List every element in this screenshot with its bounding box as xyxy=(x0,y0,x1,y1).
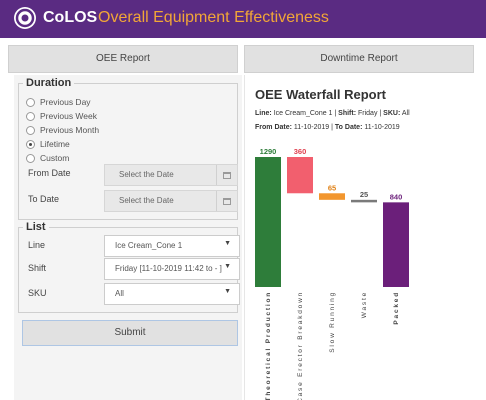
sku-select[interactable]: All ▼ xyxy=(104,283,240,305)
data-label: 1290 xyxy=(260,147,277,156)
app-header: CoLOS Overall Equipment Effectiveness xyxy=(0,0,486,38)
radio-label: Lifetime xyxy=(40,139,70,149)
line-select[interactable]: Ice Cream_Cone 1 ▼ xyxy=(104,235,240,257)
line-select-value: Ice Cream_Cone 1 xyxy=(115,241,183,250)
calendar-icon[interactable] xyxy=(216,165,237,185)
calendar-icon[interactable] xyxy=(216,191,237,211)
dropdown-caret-icon: ▼ xyxy=(224,288,231,295)
from-date-input[interactable]: Select the Date xyxy=(104,164,238,186)
from-date-label: From Date xyxy=(28,168,71,178)
category-label: Packed xyxy=(393,291,400,325)
data-label: 360 xyxy=(294,147,307,156)
to-date-label: To Date xyxy=(28,194,60,204)
bar-slow-running xyxy=(319,193,345,200)
radio-icon xyxy=(26,112,35,122)
bar-theoretical-production xyxy=(255,157,281,287)
category-label: Waste xyxy=(361,291,368,318)
radio-previous-month[interactable]: Previous Month xyxy=(26,125,99,137)
data-label: 25 xyxy=(360,190,368,199)
radio-label: Previous Week xyxy=(40,111,98,121)
to-date-placeholder: Select the Date xyxy=(119,196,174,205)
radio-selected-icon xyxy=(26,140,35,150)
filter-sidebar: Duration Previous Day Previous Week Prev… xyxy=(14,75,242,400)
bar-packed xyxy=(383,202,409,287)
radio-icon xyxy=(26,98,35,108)
brand-name: CoLOS xyxy=(43,9,98,26)
shift-select-value: Friday [11-10-2019 11:42 to - ] xyxy=(115,264,222,273)
tab-downtime-report[interactable]: Downtime Report xyxy=(244,45,474,73)
app-title: Overall Equipment Effectiveness xyxy=(98,9,329,26)
radio-previous-week[interactable]: Previous Week xyxy=(26,111,97,123)
data-label: 840 xyxy=(390,192,403,201)
shift-label: Shift xyxy=(28,263,47,273)
duration-legend: Duration xyxy=(26,77,72,89)
radio-icon xyxy=(26,154,35,164)
line-label: Line xyxy=(28,240,46,250)
radio-previous-day[interactable]: Previous Day xyxy=(26,97,91,109)
dropdown-caret-icon: ▼ xyxy=(224,263,231,270)
colos-logo-icon xyxy=(14,7,36,29)
radio-label: Previous Month xyxy=(40,125,100,135)
data-label: 65 xyxy=(328,183,336,192)
category-label: Slow Running xyxy=(329,291,336,353)
category-label: Case Erector Breakdown xyxy=(297,291,304,400)
radio-label: Previous Day xyxy=(40,97,91,107)
radio-label: Custom xyxy=(40,153,70,163)
sku-label: SKU xyxy=(28,288,47,298)
oee-waterfall-chart: 1290 Theoretical Production 360 Case Erecto… xyxy=(255,147,409,400)
report-panel: OEE Waterfall Report Line: Ice Cream_Con… xyxy=(244,75,475,400)
radio-lifetime[interactable]: Lifetime xyxy=(26,139,70,151)
to-date-input[interactable]: Select the Date xyxy=(104,190,238,212)
list-legend: List xyxy=(26,221,46,233)
category-label: Theoretical Production xyxy=(265,291,272,400)
radio-custom[interactable]: Custom xyxy=(26,153,69,165)
bar-case-erector-breakdown xyxy=(287,157,313,194)
bar-waste xyxy=(351,199,377,203)
sku-select-value: All xyxy=(115,289,124,298)
radio-icon xyxy=(26,126,35,136)
tab-oee-report[interactable]: OEE Report xyxy=(8,45,238,73)
from-date-placeholder: Select the Date xyxy=(119,170,174,179)
submit-button[interactable]: Submit xyxy=(22,320,238,346)
shift-select[interactable]: Friday [11-10-2019 11:42 to - ] ▼ xyxy=(104,258,240,280)
dropdown-caret-icon: ▼ xyxy=(224,240,231,247)
